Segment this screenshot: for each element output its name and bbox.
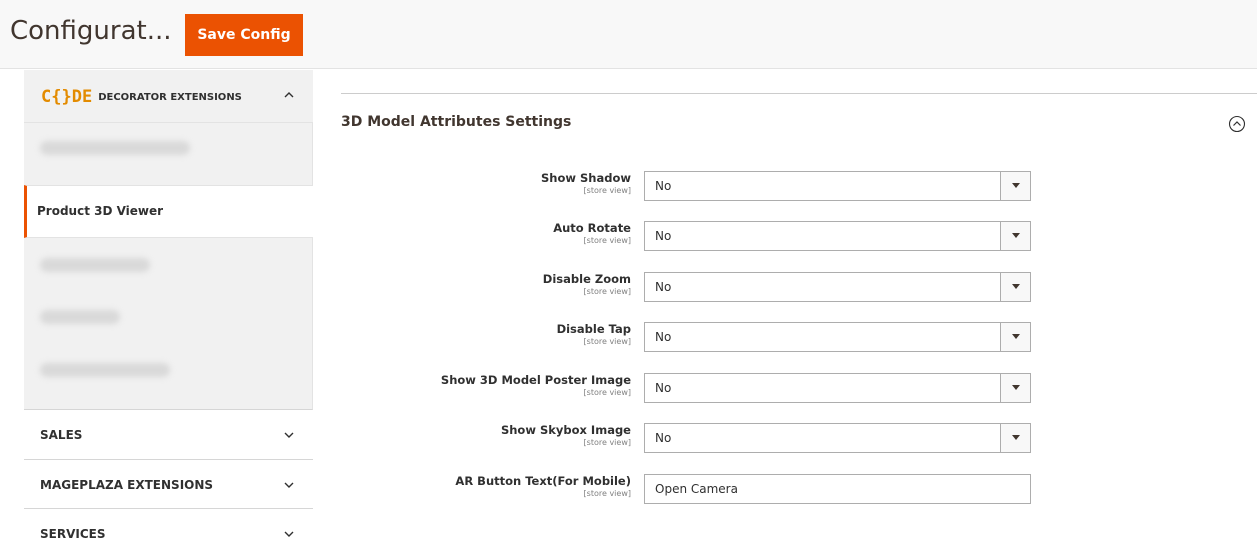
field-row-auto-rotate: Auto Rotate [store view] No xyxy=(341,221,1041,253)
field-row-ar-button-text: AR Button Text(For Mobile) [store view] xyxy=(341,474,1041,506)
logo-code-text: C{}DE xyxy=(41,87,93,107)
scope-label: [store view] xyxy=(583,438,631,447)
dropdown-arrow-icon xyxy=(1000,323,1030,351)
auto-rotate-select[interactable]: No xyxy=(644,221,1031,251)
sidebar-group-title-decorator-extensions[interactable]: C{}DE DECORATOR EXTENSIONS xyxy=(24,70,313,123)
show-skybox-image-select[interactable]: No xyxy=(644,423,1031,453)
select-value: No xyxy=(655,280,672,294)
field-label: Show 3D Model Poster Image [store view] xyxy=(331,373,631,398)
sidebar-group-label: SALES xyxy=(40,428,83,442)
sidebar-group-mageplaza-extensions[interactable]: MAGEPLAZA EXTENSIONS xyxy=(24,460,313,509)
field-label: Disable Zoom [store view] xyxy=(331,272,631,297)
sidebar-subitem-product-3d-viewer[interactable]: Product 3D Viewer xyxy=(24,185,313,238)
blurred-label xyxy=(40,363,170,377)
disable-tap-select[interactable]: No xyxy=(644,322,1031,352)
sidebar-group-label: MAGEPLAZA EXTENSIONS xyxy=(40,478,214,492)
disable-zoom-select[interactable]: No xyxy=(644,272,1031,302)
sidebar-subitem-blurred-2[interactable] xyxy=(24,240,313,293)
field-label: Show Shadow [store view] xyxy=(331,171,631,196)
select-value: No xyxy=(655,431,672,445)
field-label-text: Show Shadow xyxy=(541,171,631,185)
sidebar-group-title: SALES xyxy=(24,410,313,460)
field-label: Show Skybox Image [store view] xyxy=(331,423,631,448)
field-row-show-skybox-image: Show Skybox Image [store view] No xyxy=(341,423,1041,455)
scope-label: [store view] xyxy=(583,388,631,397)
field-row-show-3d-model-poster-image: Show 3D Model Poster Image [store view] … xyxy=(341,373,1041,405)
scope-label: [store view] xyxy=(583,186,631,195)
blurred-label xyxy=(40,141,190,155)
select-value: No xyxy=(655,179,672,193)
chevron-down-icon xyxy=(281,477,297,493)
sidebar-subitem-blurred-3[interactable] xyxy=(24,292,313,345)
chevron-down-icon xyxy=(281,526,297,542)
sidebar-subitem-blurred-4[interactable] xyxy=(24,345,313,398)
dropdown-arrow-icon xyxy=(1000,424,1030,452)
select-value: No xyxy=(655,229,672,243)
blurred-label xyxy=(40,310,120,324)
chevron-up-icon xyxy=(281,87,297,103)
sidebar-group-label: SERVICES xyxy=(40,527,106,541)
sidebar-group-sales[interactable]: SALES xyxy=(24,410,313,460)
dropdown-arrow-icon xyxy=(1000,374,1030,402)
field-label-text: AR Button Text(For Mobile) xyxy=(455,474,631,488)
sidebar-group-title: MAGEPLAZA EXTENSIONS xyxy=(24,460,313,510)
scope-label: [store view] xyxy=(583,236,631,245)
code-decorator-logo: C{}DE DECORATOR EXTENSIONS xyxy=(41,87,242,107)
show-3d-model-poster-image-select[interactable]: No xyxy=(644,373,1031,403)
sidebar-subitem-label: Product 3D Viewer xyxy=(37,204,164,218)
blurred-label xyxy=(40,258,150,272)
field-row-disable-zoom: Disable Zoom [store view] No xyxy=(341,272,1041,304)
ar-button-text-input[interactable] xyxy=(644,474,1031,504)
field-row-disable-tap: Disable Tap [store view] No xyxy=(341,322,1041,354)
config-main: 3D Model Attributes Settings Show Shadow… xyxy=(341,0,1257,550)
sidebar-group-services[interactable]: SERVICES xyxy=(24,509,313,550)
scope-label: [store view] xyxy=(583,489,631,498)
dropdown-arrow-icon xyxy=(1000,273,1030,301)
field-label-text: Disable Zoom xyxy=(542,272,631,286)
sidebar-group-title: SERVICES xyxy=(24,509,313,550)
logo-extensions-text: DECORATOR EXTENSIONS xyxy=(98,91,242,103)
field-label: Disable Tap [store view] xyxy=(331,322,631,347)
field-label: AR Button Text(For Mobile) [store view] xyxy=(331,474,631,499)
sidebar-group-decorator-extensions: C{}DE DECORATOR EXTENSIONS Product 3D Vi… xyxy=(24,70,313,410)
sidebar-subitem-blurred-1[interactable] xyxy=(24,123,313,176)
dropdown-arrow-icon xyxy=(1000,222,1030,250)
config-sidebar: C{}DE DECORATOR EXTENSIONS Product 3D Vi… xyxy=(24,70,313,550)
field-label: Auto Rotate [store view] xyxy=(331,221,631,246)
field-label-text: Auto Rotate xyxy=(553,221,631,235)
collapse-circle-icon[interactable] xyxy=(1228,115,1246,133)
scope-label: [store view] xyxy=(583,337,631,346)
field-row-show-shadow: Show Shadow [store view] No xyxy=(341,171,1041,203)
page-title: Configurat... xyxy=(10,16,172,46)
save-config-button[interactable]: Save Config xyxy=(185,14,303,56)
field-label-text: Show Skybox Image xyxy=(500,423,631,437)
section-divider xyxy=(341,93,1257,94)
field-label-text: Disable Tap xyxy=(556,322,631,336)
select-value: No xyxy=(655,330,672,344)
field-label-text: Show 3D Model Poster Image xyxy=(440,373,631,387)
show-shadow-select[interactable]: No xyxy=(644,171,1031,201)
chevron-down-icon xyxy=(281,427,297,443)
dropdown-arrow-icon xyxy=(1000,172,1030,200)
section-title[interactable]: 3D Model Attributes Settings xyxy=(341,112,571,132)
scope-label: [store view] xyxy=(583,287,631,296)
select-value: No xyxy=(655,381,672,395)
